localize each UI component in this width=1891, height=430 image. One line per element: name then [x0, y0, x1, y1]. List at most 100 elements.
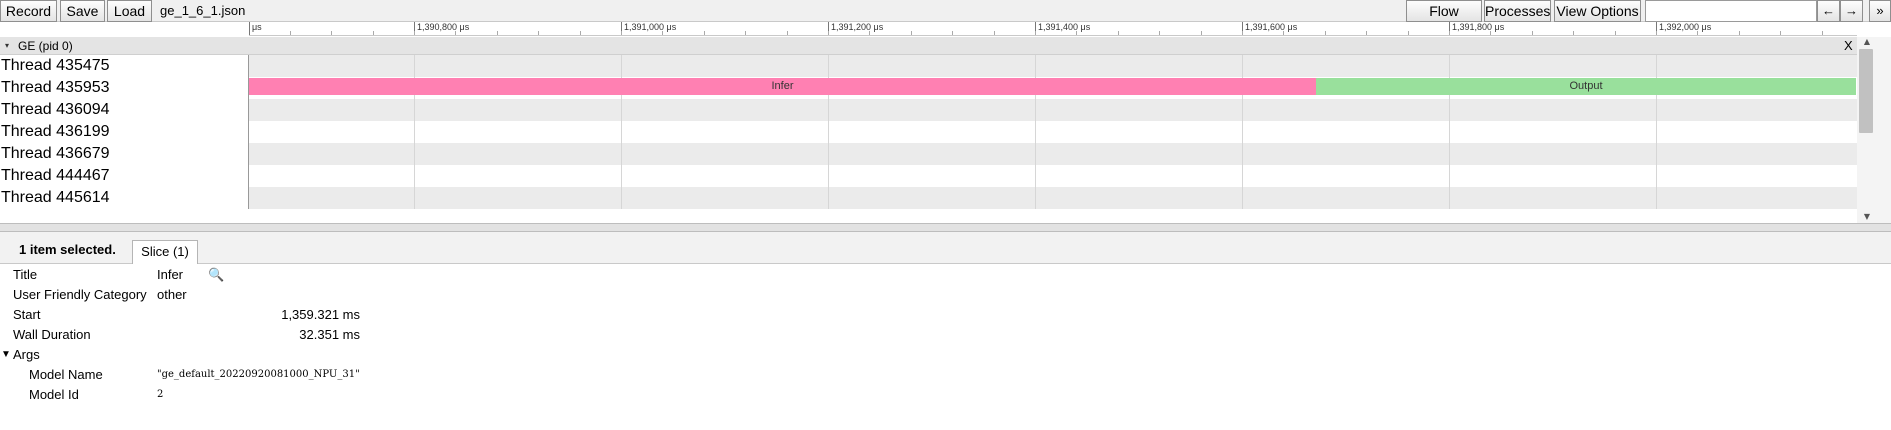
ruler-tick: 1,391,800 μs: [1449, 22, 1504, 35]
property-row: User Friendly Category other: [0, 285, 700, 305]
collapse-caret-icon[interactable]: ▾: [5, 37, 9, 55]
ruler-minor-tick: [1200, 31, 1202, 35]
ruler-minor-tick: [703, 31, 705, 35]
property-row: Model Name "ge_default_20220920081000_NP…: [0, 365, 700, 385]
process-header[interactable]: ▾ GE (pid 0) X: [0, 37, 1857, 55]
ruler-tick: 1,390,800 μs: [414, 22, 469, 35]
ruler-minor-tick: [1242, 31, 1243, 35]
ruler-minor-tick: [1490, 31, 1492, 35]
ruler-minor-tick: [1159, 31, 1161, 35]
ruler-tick: 1,391,000 μs: [621, 22, 676, 35]
property-key: Model Id: [29, 387, 79, 402]
processes-button[interactable]: Processes: [1484, 0, 1551, 22]
property-key: User Friendly Category: [13, 287, 147, 302]
ruler-tick: 1,391,600 μs: [1242, 22, 1297, 35]
ruler-minor-tick: [786, 31, 788, 35]
ruler-unit: μs: [249, 22, 262, 35]
thread-label: Thread 436094: [0, 99, 249, 121]
ruler-tick: 1,391,200 μs: [828, 22, 883, 35]
ruler-minor-tick: [910, 31, 912, 35]
ruler-minor-tick: [1407, 31, 1409, 35]
ruler-minor-tick: [579, 31, 581, 35]
ruler-minor-tick: [1697, 31, 1699, 35]
vertical-scrollbar[interactable]: ▲ ▼: [1857, 37, 1891, 223]
view-options-button[interactable]: View Options: [1554, 0, 1641, 22]
args-row[interactable]: ▼ Args: [0, 345, 700, 365]
slice-output[interactable]: Output: [1316, 78, 1856, 95]
ruler-minor-tick: [1821, 31, 1823, 35]
ruler-minor-tick: [952, 31, 954, 35]
ruler-minor-tick: [372, 31, 374, 35]
property-row: Model Id 2: [0, 385, 700, 405]
scroll-up-arrow-icon[interactable]: ▲: [1859, 37, 1875, 47]
toolbar: Record Save Load ge_1_6_1.json Flow even…: [0, 0, 1891, 39]
thread-track: Thread 445614: [0, 187, 1857, 209]
selection-count: 1 item selected.: [19, 242, 116, 257]
ruler-minor-tick: [621, 31, 622, 35]
thread-label: Thread 444467: [0, 165, 249, 187]
close-process-button[interactable]: X: [1844, 37, 1853, 55]
ruler-minor-tick: [289, 31, 291, 35]
ruler-tick: 1,391,400 μs: [1035, 22, 1090, 35]
thread-track: Thread 436094: [0, 99, 1857, 121]
tab-slice[interactable]: Slice (1): [132, 240, 198, 264]
property-value: 1,359.321 ms: [281, 307, 360, 322]
ruler-minor-tick: [1283, 31, 1285, 35]
flow-events-button[interactable]: Flow events: [1406, 0, 1482, 39]
magnifier-icon[interactable]: 🔍: [208, 265, 224, 285]
ruler-minor-tick: [1614, 31, 1616, 35]
ruler-minor-tick: [1449, 31, 1450, 35]
property-key: Wall Duration: [13, 327, 91, 342]
thread-label: Thread 435475: [0, 55, 249, 77]
save-button[interactable]: Save: [60, 0, 105, 22]
analysis-panel-header: 1 item selected. Slice (1): [0, 232, 1891, 264]
scroll-down-arrow-icon[interactable]: ▼: [1859, 212, 1875, 222]
thread-track: Thread 435475: [0, 55, 1857, 77]
ruler-minor-tick: [993, 31, 995, 35]
expand-caret-icon[interactable]: ▼: [1, 345, 11, 365]
ruler-minor-tick: [1035, 31, 1036, 35]
ruler-minor-tick: [1117, 31, 1119, 35]
ruler-minor-tick: [1531, 31, 1533, 35]
ruler-minor-tick: [455, 31, 457, 35]
time-ruler[interactable]: μs 1,390,800 μs 1,391,000 μs 1,391,200 μ…: [249, 22, 1857, 36]
ruler-minor-tick: [1324, 31, 1326, 35]
track-lane[interactable]: [249, 99, 1857, 121]
scrollbar-thumb[interactable]: [1859, 49, 1873, 133]
property-key: Model Name: [29, 367, 103, 382]
slice-infer[interactable]: Infer: [249, 78, 1316, 95]
track-lane[interactable]: [249, 187, 1857, 209]
load-button[interactable]: Load: [107, 0, 152, 22]
property-value: "ge_default_20220920081000_NPU_31": [157, 369, 360, 380]
expand-toolbar-button[interactable]: »: [1869, 0, 1891, 22]
property-key: Title: [13, 267, 38, 282]
ruler-minor-tick: [1076, 31, 1078, 35]
track-lane[interactable]: [249, 165, 1857, 187]
previous-match-button[interactable]: ←: [1817, 0, 1840, 22]
property-key: Start: [13, 307, 41, 322]
file-name: ge_1_6_1.json: [160, 3, 246, 18]
thread-label: Thread 436679: [0, 143, 249, 165]
property-value: 32.351 ms: [299, 327, 360, 342]
record-button[interactable]: Record: [0, 0, 57, 22]
thread-label: Thread 445614: [0, 187, 249, 209]
process-label: GE (pid 0): [18, 39, 73, 53]
ruler-minor-tick: [745, 31, 747, 35]
property-row: Wall Duration 32.351 ms: [0, 325, 700, 345]
property-value: 2: [157, 389, 164, 400]
property-value: other: [157, 287, 187, 302]
panel-resize-handle[interactable]: [0, 223, 1891, 232]
property-value: Infer: [157, 267, 184, 282]
track-lane[interactable]: [249, 121, 1857, 143]
ruler-minor-tick: [538, 31, 540, 35]
thread-track: Thread 444467: [0, 165, 1857, 187]
thread-label: Thread 435953: [0, 77, 249, 99]
track-lane[interactable]: [249, 55, 1857, 77]
ruler-minor-tick: [1738, 31, 1740, 35]
search-input[interactable]: [1645, 0, 1817, 22]
property-key: Args: [13, 347, 40, 362]
ruler-minor-tick: [1573, 31, 1575, 35]
track-lane[interactable]: [249, 143, 1857, 165]
next-match-button[interactable]: →: [1840, 0, 1863, 22]
ruler-minor-tick: [869, 31, 871, 35]
